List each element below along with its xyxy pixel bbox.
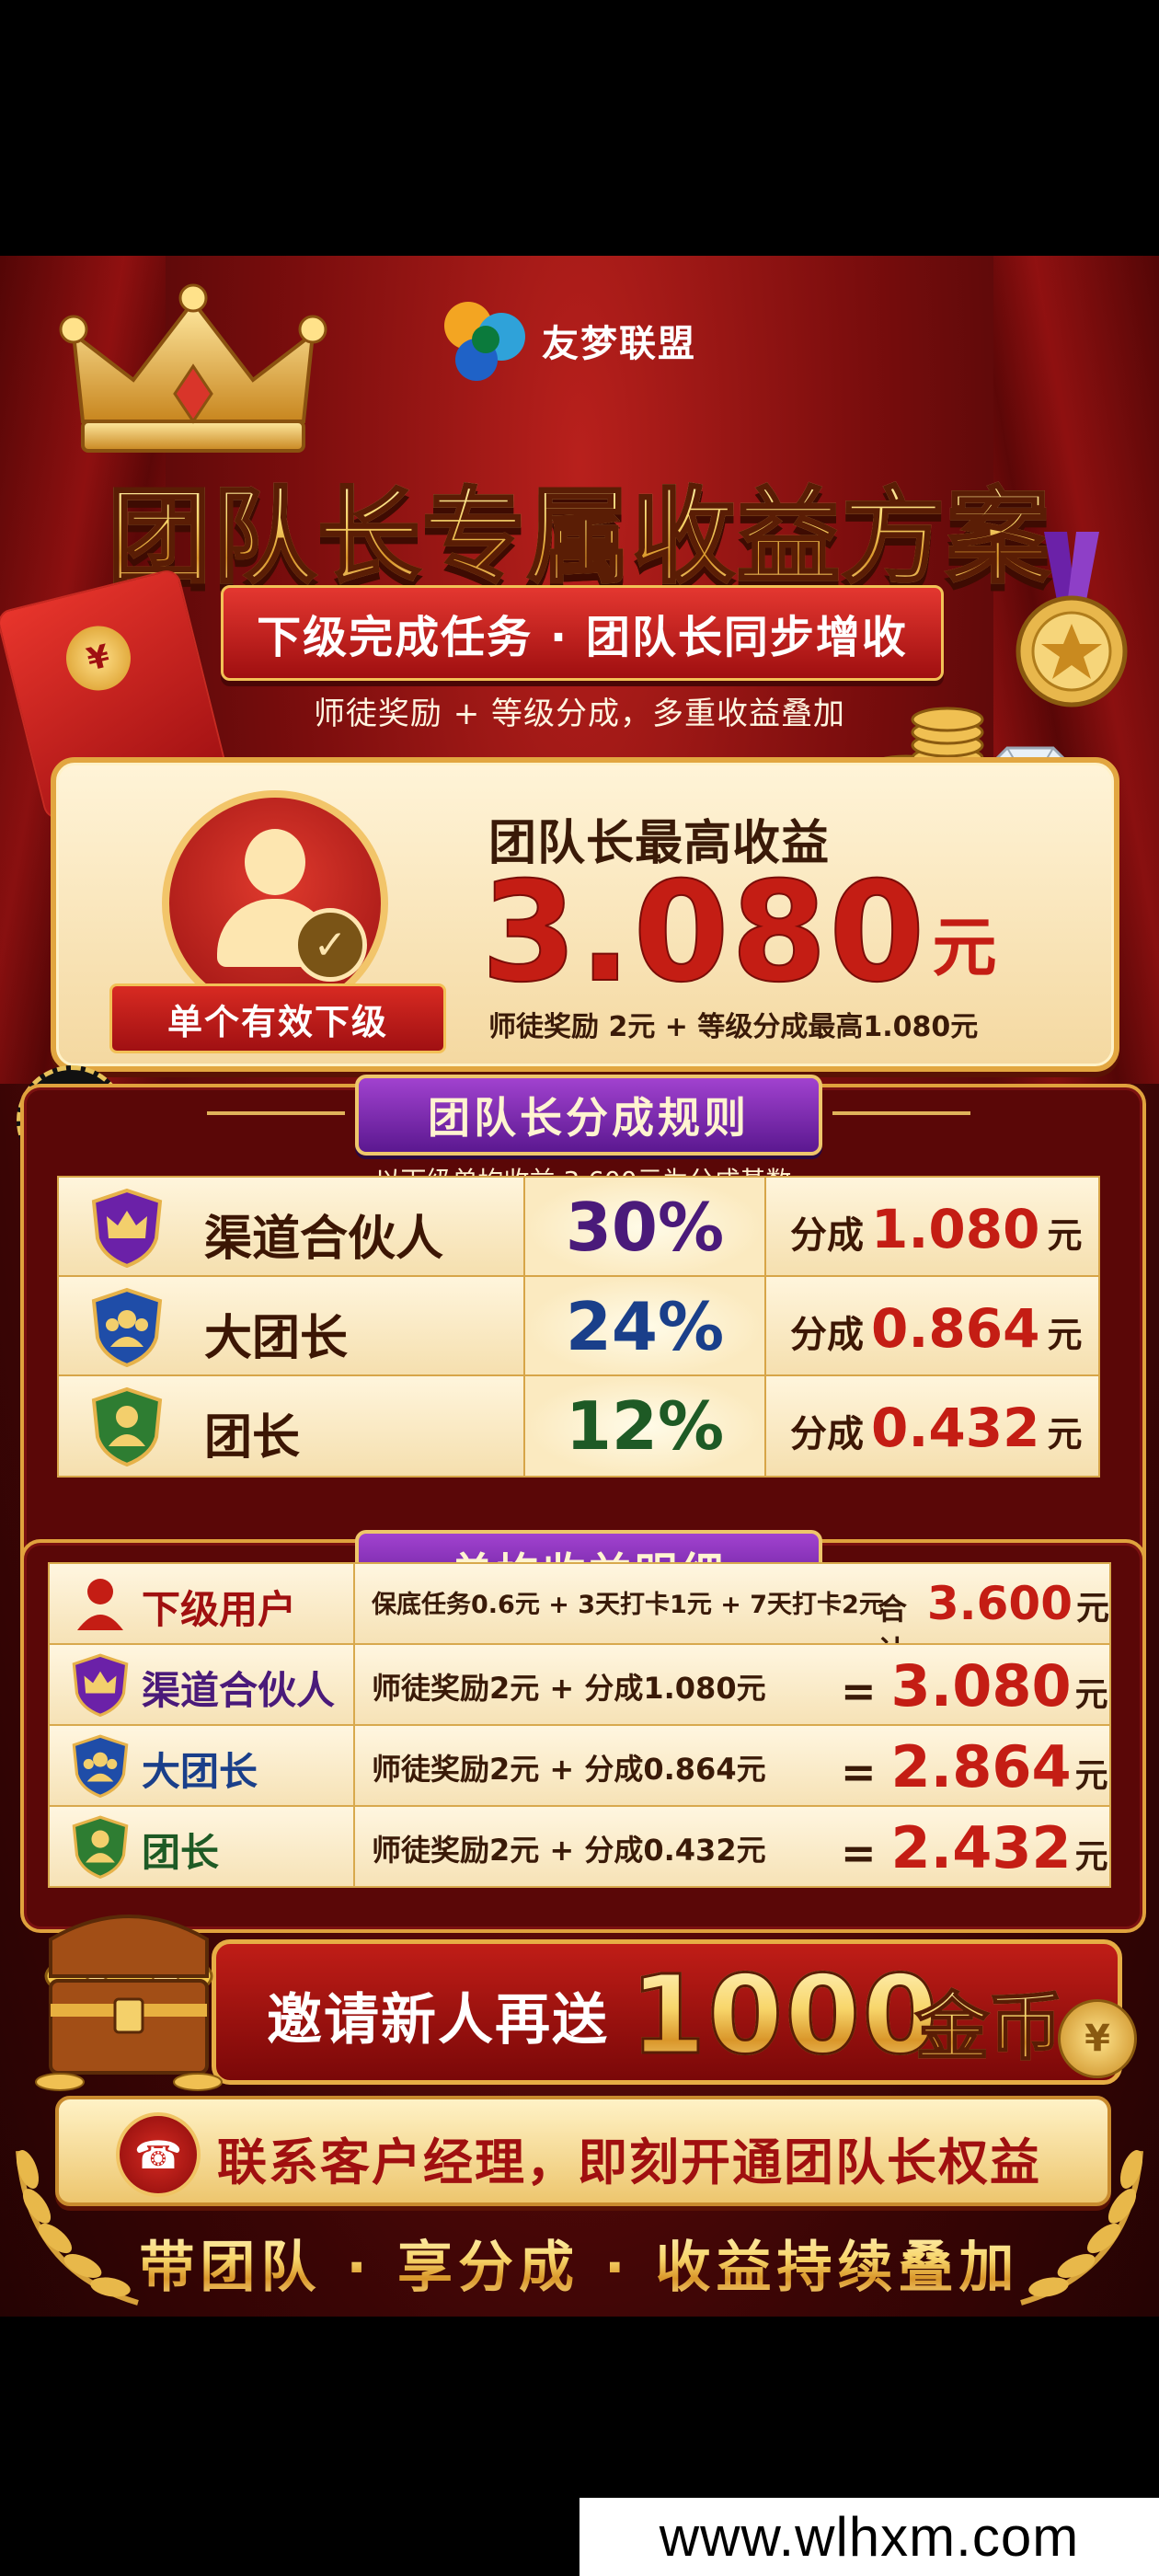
detail-formula: 师徒奖励2元 + 分成1.080元 [372,1671,766,1706]
total-value: 2.432 [890,1814,1072,1881]
rule-rate: 12% [523,1376,766,1476]
share-unit: 元 [1047,1315,1083,1355]
detail-name: 渠道合伙人 [142,1668,336,1713]
brand-logo: 友梦联盟 [437,294,696,386]
rule-share: 分成 1.080 元 [790,1198,1082,1260]
poster: 友梦联盟 团队长专属收益方案 ¥ 下级完成任务 · 团队长同步增收 师徒奖励 +… [0,256,1159,2317]
total-value: 3.600 [926,1577,1073,1630]
divider [353,1807,355,1886]
detail-row-user: 下级用户 保底任务0.6元 + 3天打卡1元 + 7天打卡2元 合计 3.600… [48,1562,1111,1669]
headline-ribbon: 下级完成任务 · 团队长同步增收 [182,585,982,681]
invite-text: 邀请新人再送 [267,1988,609,2053]
blue-team-shield-icon [72,1734,129,1798]
watermark-url: www.wlhxm.com [580,2498,1159,2576]
invite-unit: 金币 [914,1968,1063,2075]
green-person-shield-icon [72,1815,129,1879]
equals-sign: = [841,1828,877,1878]
rule-name: 大团长 [204,1311,349,1366]
footer-slogan: 带团队 · 享分成 · 收益持续叠加 [0,2223,1159,2303]
detail-name: 团长 [142,1830,220,1875]
equals-sign: = [841,1747,877,1797]
total-unit: 元 [1075,1590,1109,1627]
share-value: 1.080 [871,1198,1040,1260]
total-unit: 元 [1074,1676,1108,1714]
total-unit: 元 [1074,1757,1108,1795]
blue-team-shield-icon [91,1287,163,1367]
contact-manager-button[interactable]: ☎ 联系客户经理，即刻开通团队长权益 [55,2096,1111,2206]
green-person-shield-icon [91,1386,163,1466]
detail-formula: 师徒奖励2元 + 分成0.432元 [372,1833,766,1868]
detail-total: = 2.432 元 [841,1814,1108,1881]
purple-crown-shield-icon [72,1653,129,1717]
divider [353,1726,355,1805]
amount-unit: 元 [932,910,997,985]
highest-earnings-card: ✓ 单个有效下级 团队长最高收益 3.080 元 师徒奖励 2元 + 等级分成最… [51,757,1119,1072]
total-value: 3.080 [890,1652,1072,1719]
rule-share: 分成 0.864 元 [790,1297,1082,1360]
card-amount: 3.080 元 [480,853,997,1013]
rule-row-leader: 团长 12% 分成 0.432 元 [57,1374,1100,1478]
detail-row-leader: 团长 师徒奖励2元 + 分成0.432元 = 2.432 元 [48,1805,1111,1888]
detail-row-big-leader: 大团长 师徒奖励2元 + 分成0.864元 = 2.864 元 [48,1724,1111,1807]
divider [353,1564,355,1643]
rule-rate: 24% [523,1277,766,1376]
card-note: 师徒奖励 2元 + 等级分成最高1.080元 [488,1011,979,1043]
invite-number: 1000 [628,1950,940,2080]
crown-icon [59,283,327,453]
share-value: 0.864 [871,1297,1040,1360]
butterfly-logo-icon [437,294,529,386]
card-tag: 单个有效下级 [109,983,446,1053]
equals-sign: = [841,1666,877,1716]
share-label: 分成 [790,1214,864,1257]
detail-total: = 3.080 元 [841,1652,1108,1719]
detail-name: 下级用户 [142,1587,297,1632]
rule-row-big-leader: 大团长 24% 分成 0.864 元 [57,1275,1100,1378]
coin-icon: ¥ [1058,1999,1137,2078]
share-label: 分成 [790,1314,864,1356]
share-label: 分成 [790,1413,864,1455]
divider [353,1645,355,1724]
detail-formula: 保底任务0.6元 + 3天打卡1元 + 7天打卡2元 [372,1591,884,1619]
detail-name: 大团长 [142,1749,258,1794]
detail-formula: 师徒奖励2元 + 分成0.864元 [372,1752,766,1787]
brand-name: 友梦联盟 [542,323,696,365]
rule-row-partner: 渠道合伙人 30% 分成 1.080 元 [57,1176,1100,1279]
rule-name: 团长 [204,1410,301,1466]
detail-total: = 2.864 元 [841,1733,1108,1800]
rule-share: 分成 0.432 元 [790,1397,1082,1459]
rules-title: 团队长分成规则 [207,1075,970,1156]
purple-crown-shield-icon [91,1188,163,1268]
detail-row-partner: 渠道合伙人 师徒奖励2元 + 分成1.080元 = 3.080 元 [48,1643,1111,1726]
contact-text: 联系客户经理，即刻开通团队长权益 [217,2133,1041,2191]
check-icon: ✓ [293,908,367,982]
yuan-seal-icon: ¥ [59,619,138,697]
user-icon [77,1579,123,1630]
share-value: 0.432 [871,1397,1040,1459]
rule-name: 渠道合伙人 [204,1212,444,1267]
share-unit: 元 [1047,1215,1083,1256]
share-unit: 元 [1047,1414,1083,1455]
amount-value: 3.080 [480,853,927,1013]
total-value: 2.864 [890,1733,1072,1800]
rule-rate: 30% [523,1178,766,1277]
total-unit: 元 [1074,1838,1108,1876]
treasure-chest-icon [35,1915,223,2091]
invite-banner[interactable]: 邀请新人再送 1000 金币 [212,1939,1122,2085]
